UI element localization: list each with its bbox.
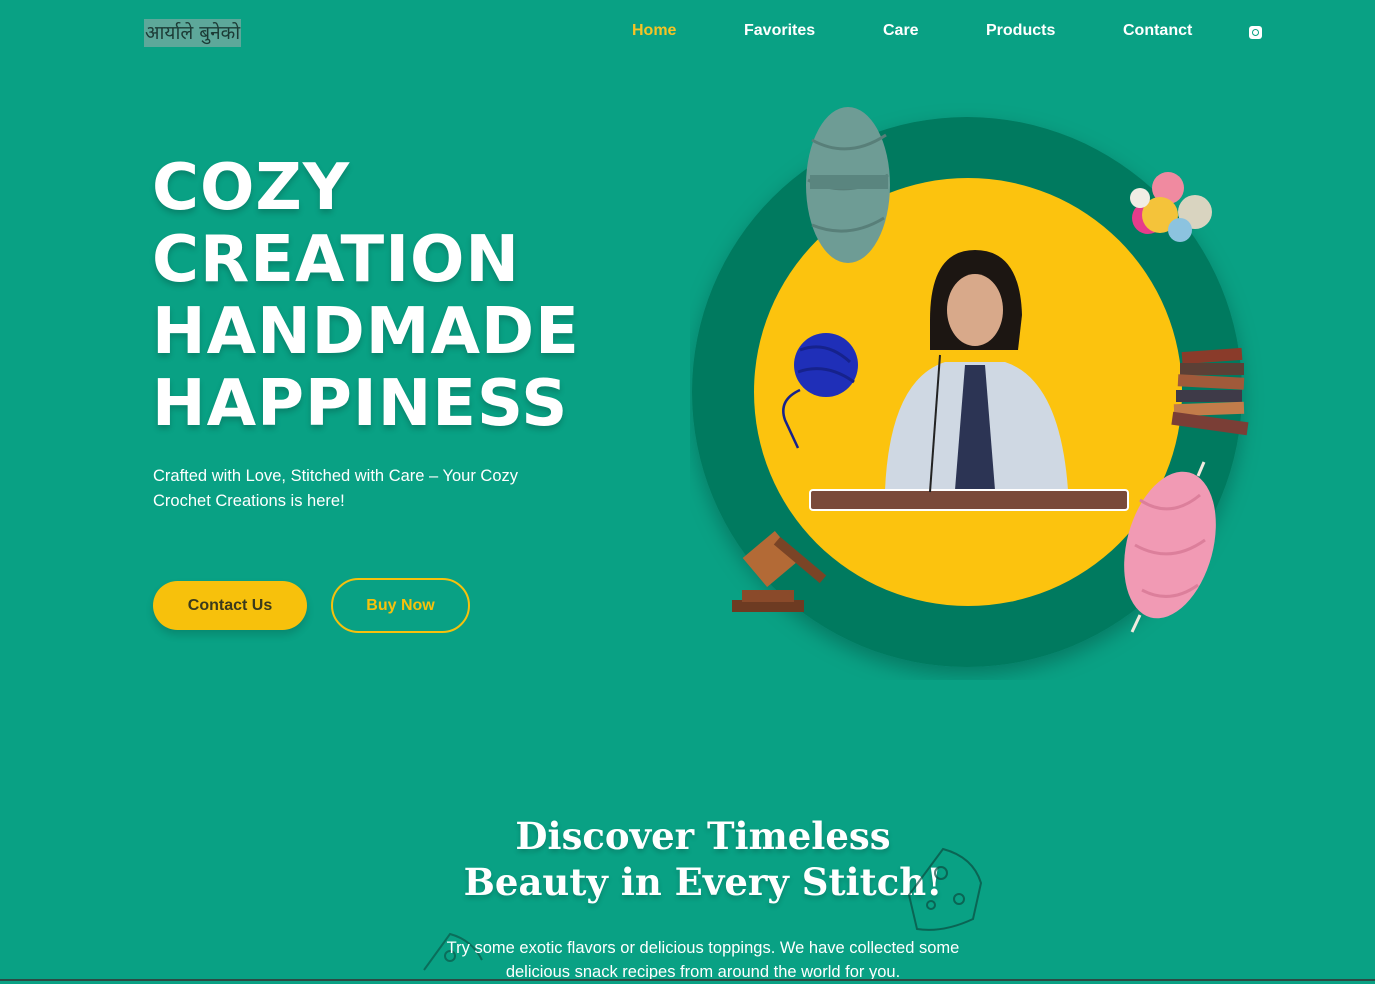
main-nav: Home Favorites Care Products Contanct xyxy=(0,22,1375,46)
hero-title-line-2: CREATION xyxy=(152,223,520,297)
contact-us-button[interactable]: Contact Us xyxy=(153,581,307,630)
cheese-icon xyxy=(907,847,983,931)
hero-title-line-1: COZY xyxy=(152,151,351,225)
hero-title-line-3: HANDMADE xyxy=(152,295,580,369)
teal-yarn-icon xyxy=(806,107,890,263)
hero-title: COZY CREATION HANDMADE HAPPINESS xyxy=(152,152,672,440)
buy-now-button[interactable]: Buy Now xyxy=(331,578,470,633)
hero-subtitle: Crafted with Love, Stitched with Care – … xyxy=(153,467,519,510)
nav-products[interactable]: Products xyxy=(986,22,1055,40)
nav-contact[interactable]: Contanct xyxy=(1123,22,1192,40)
hero-title-line-4: HAPPINESS xyxy=(152,367,569,441)
instagram-icon[interactable] xyxy=(1249,26,1262,39)
section-text: Try some exotic flavors or delicious top… xyxy=(446,939,960,981)
nav-home[interactable]: Home xyxy=(632,22,676,40)
nav-favorites[interactable]: Favorites xyxy=(744,22,815,40)
nav-care[interactable]: Care xyxy=(883,22,919,40)
hero-illustration xyxy=(692,107,1249,667)
